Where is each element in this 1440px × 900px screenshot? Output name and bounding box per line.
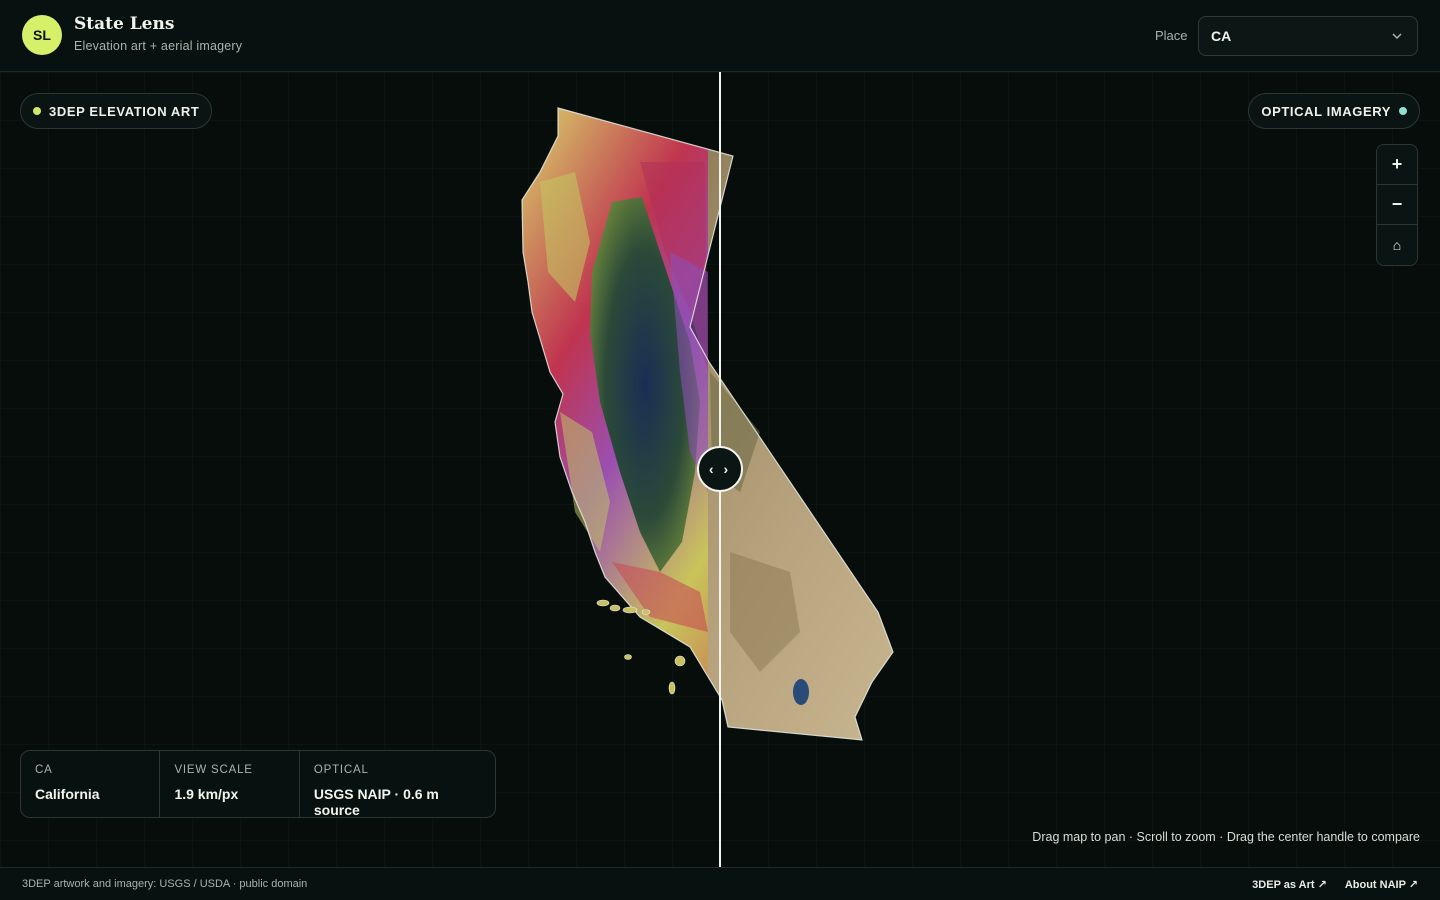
elevation-layer-pill[interactable]: 3DEP ELEVATION ART — [20, 93, 213, 129]
app-subtitle: Elevation art + aerial imagery — [74, 39, 243, 53]
info-value: California — [35, 786, 100, 802]
info-cell-optical: OPTICAL USGS NAIP · 0.6 m source — [300, 751, 495, 818]
zoom-in-button[interactable]: + — [1377, 145, 1417, 185]
app-logo: SL — [22, 15, 62, 55]
zoom-out-button[interactable]: − — [1377, 185, 1417, 225]
chevrons-horizontal-icon: ‹ › — [708, 461, 732, 477]
layer-dot-icon — [1399, 107, 1407, 115]
home-button[interactable]: ⌂ — [1377, 225, 1417, 265]
chevron-down-icon — [1392, 33, 1402, 40]
info-cell-state: CA California — [21, 751, 161, 817]
info-key: VIEW SCALE — [174, 764, 253, 776]
info-key: CA — [35, 764, 53, 776]
usage-hint: Drag map to pan · Scroll to zoom · Drag … — [1032, 830, 1420, 844]
footer: 3DEP artwork and imagery: USGS / USDA · … — [0, 867, 1440, 900]
place-label: Place — [1155, 28, 1188, 43]
link-about-naip[interactable]: About NAIP ↗ — [1345, 878, 1418, 891]
info-cell-scale: VIEW SCALE 1.9 km/px — [160, 751, 300, 817]
elevation-layer-label: 3DEP ELEVATION ART — [49, 103, 200, 119]
info-value: USGS NAIP · 0.6 m source — [313, 786, 439, 818]
footer-links: 3DEP as Art ↗ About NAIP ↗ — [1252, 878, 1418, 891]
info-card: CA California VIEW SCALE 1.9 km/px OPTIC… — [20, 750, 496, 818]
top-bar: SL State Lens Elevation art + aerial ima… — [0, 0, 1440, 72]
info-key: OPTICAL — [313, 764, 369, 776]
zoom-controls: + − ⌂ — [1376, 144, 1418, 266]
salton-sea — [793, 679, 809, 705]
info-value: 1.9 km/px — [174, 786, 239, 802]
footer-credit: 3DEP artwork and imagery: USGS / USDA · … — [22, 878, 308, 890]
link-3dep-as-art[interactable]: 3DEP as Art ↗ — [1252, 878, 1327, 891]
place-select-value: CA — [1211, 28, 1232, 44]
app-title: State Lens — [74, 14, 175, 34]
compare-handle[interactable]: ‹ › — [697, 446, 743, 492]
layer-dot-icon — [33, 107, 41, 115]
map-viewport[interactable]: 3DEP ELEVATION ART OPTICAL IMAGERY + − ⌂… — [0, 72, 1440, 867]
optical-layer-label: OPTICAL IMAGERY — [1261, 103, 1391, 119]
home-icon: ⌂ — [1392, 237, 1402, 253]
place-select[interactable]: CA — [1198, 16, 1418, 56]
optical-layer-pill[interactable]: OPTICAL IMAGERY — [1248, 93, 1420, 129]
